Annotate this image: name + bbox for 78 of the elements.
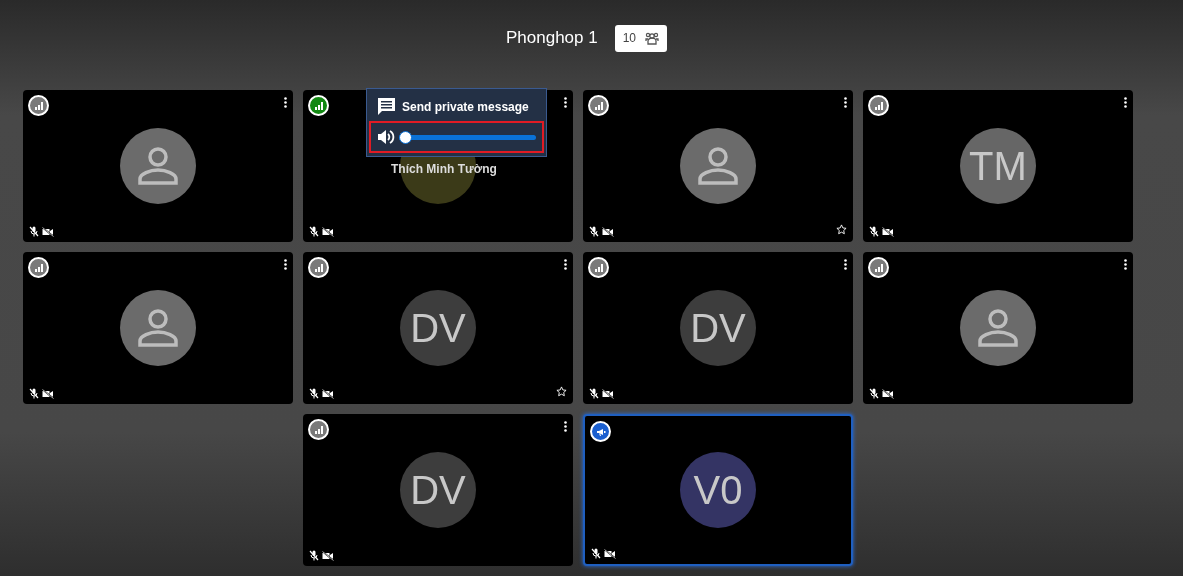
camera-off-icon bbox=[602, 226, 614, 237]
participant-tile[interactable]: DV bbox=[303, 414, 573, 566]
microphone-muted-icon bbox=[309, 550, 319, 561]
signal-icon bbox=[593, 262, 604, 273]
connection-status-badge[interactable] bbox=[868, 257, 889, 278]
star-icon[interactable] bbox=[556, 386, 567, 397]
participant-tile[interactable] bbox=[23, 252, 293, 404]
camera-off-icon bbox=[602, 388, 614, 399]
more-options-icon[interactable] bbox=[284, 259, 287, 270]
connection-status-badge[interactable] bbox=[28, 257, 49, 278]
participant-tile[interactable] bbox=[23, 90, 293, 242]
avatar-initials: DV bbox=[690, 308, 746, 348]
camera-off-icon bbox=[322, 550, 334, 561]
connection-status-badge[interactable] bbox=[28, 95, 49, 116]
slider-thumb[interactable] bbox=[399, 130, 412, 144]
microphone-muted-icon bbox=[309, 226, 319, 237]
more-options-icon[interactable] bbox=[564, 421, 567, 432]
megaphone-icon bbox=[595, 426, 606, 437]
microphone-muted-icon bbox=[29, 226, 39, 237]
more-options-icon[interactable] bbox=[844, 97, 847, 108]
participant-tile[interactable]: DV bbox=[583, 252, 853, 404]
connection-status-badge[interactable] bbox=[308, 257, 329, 278]
volume-icon bbox=[377, 129, 395, 145]
microphone-muted-icon bbox=[309, 388, 319, 399]
signal-icon bbox=[873, 100, 884, 111]
microphone-muted-icon bbox=[869, 388, 879, 399]
signal-icon bbox=[313, 424, 324, 435]
avatar-initials: V0 bbox=[693, 470, 743, 510]
participant-tile[interactable] bbox=[863, 252, 1133, 404]
more-options-icon[interactable] bbox=[1124, 97, 1127, 108]
room-title: Phonghop 1 bbox=[505, 27, 598, 50]
microphone-muted-icon bbox=[869, 226, 879, 237]
microphone-muted-icon bbox=[589, 388, 599, 399]
person-icon bbox=[696, 146, 740, 186]
connection-status-badge[interactable] bbox=[308, 419, 329, 440]
signal-icon bbox=[873, 262, 884, 273]
avatar-initials: TM bbox=[969, 146, 1027, 186]
participant-tile[interactable]: Send private message Thích Minh Tường bbox=[303, 90, 573, 242]
camera-off-icon bbox=[882, 388, 894, 399]
signal-icon bbox=[593, 100, 604, 111]
camera-off-icon bbox=[42, 226, 54, 237]
person-icon bbox=[976, 308, 1020, 348]
more-options-icon[interactable] bbox=[284, 97, 287, 108]
participant-tile[interactable]: V0 bbox=[583, 414, 853, 566]
participant-tile[interactable] bbox=[583, 90, 853, 242]
more-options-icon[interactable] bbox=[564, 97, 567, 108]
participant-tile[interactable]: DV bbox=[303, 252, 573, 404]
camera-off-icon bbox=[322, 226, 334, 237]
signal-icon bbox=[33, 100, 44, 111]
microphone-muted-icon bbox=[591, 548, 601, 559]
more-options-icon[interactable] bbox=[564, 259, 567, 270]
volume-slider[interactable] bbox=[399, 130, 536, 144]
group-icon bbox=[645, 31, 660, 45]
connection-status-badge[interactable] bbox=[590, 421, 611, 442]
participant-name: Thích Minh Tường bbox=[391, 161, 497, 178]
signal-icon bbox=[33, 262, 44, 273]
star-icon[interactable] bbox=[836, 224, 847, 235]
microphone-muted-icon bbox=[589, 226, 599, 237]
menu-item[interactable]: Send private message bbox=[367, 89, 546, 121]
person-icon bbox=[136, 308, 180, 348]
camera-off-icon bbox=[882, 226, 894, 237]
connection-status-badge[interactable] bbox=[588, 95, 609, 116]
connection-status-badge[interactable] bbox=[588, 257, 609, 278]
person-icon bbox=[136, 146, 180, 186]
avatar-initials: DV bbox=[410, 308, 466, 348]
more-options-icon[interactable] bbox=[844, 259, 847, 270]
connection-status-badge[interactable] bbox=[308, 95, 329, 116]
connection-status-badge[interactable] bbox=[868, 95, 889, 116]
signal-icon bbox=[313, 100, 324, 111]
camera-off-icon bbox=[42, 388, 54, 399]
microphone-muted-icon bbox=[29, 388, 39, 399]
camera-off-icon bbox=[604, 548, 616, 559]
camera-off-icon bbox=[322, 388, 334, 399]
signal-icon bbox=[313, 262, 324, 273]
more-options-icon[interactable] bbox=[1124, 259, 1127, 270]
avatar-initials: DV bbox=[410, 470, 466, 510]
message-icon bbox=[376, 96, 397, 117]
participant-count-badge[interactable]: 10 bbox=[614, 24, 668, 52]
